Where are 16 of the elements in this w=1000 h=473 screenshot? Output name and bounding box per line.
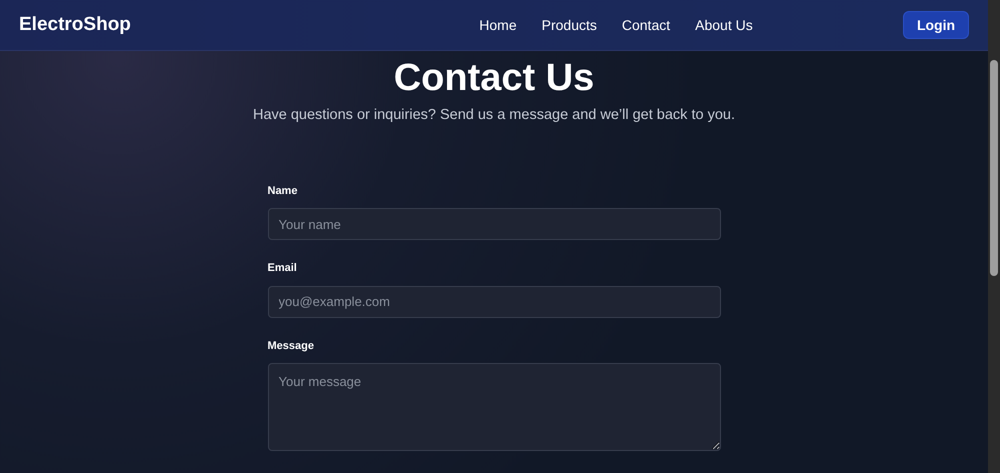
field-label: Message (268, 338, 315, 354)
input-field[interactable]: Your name (268, 208, 720, 240)
nav-link[interactable]: About Us (695, 14, 753, 36)
input-field[interactable]: you@example.com (268, 286, 720, 318)
scrollbar-thumb[interactable] (990, 60, 998, 276)
page-title: Contact Us (394, 56, 594, 101)
nav-link[interactable]: Home (479, 14, 517, 36)
nav-link[interactable]: Products (542, 14, 597, 36)
brand-logo[interactable]: ElectroShop (19, 10, 359, 40)
page-subtitle: Have questions or inquiries? Send us a message and we’ll get back to you. (252, 106, 735, 125)
login-button[interactable]: Login (903, 11, 969, 39)
message-field[interactable]: Your message (268, 363, 720, 452)
field-label: Name (268, 184, 298, 199)
scrollbar[interactable] (988, 0, 1000, 473)
nav-link[interactable]: Contact (622, 14, 670, 36)
field-label: Email (268, 261, 298, 276)
